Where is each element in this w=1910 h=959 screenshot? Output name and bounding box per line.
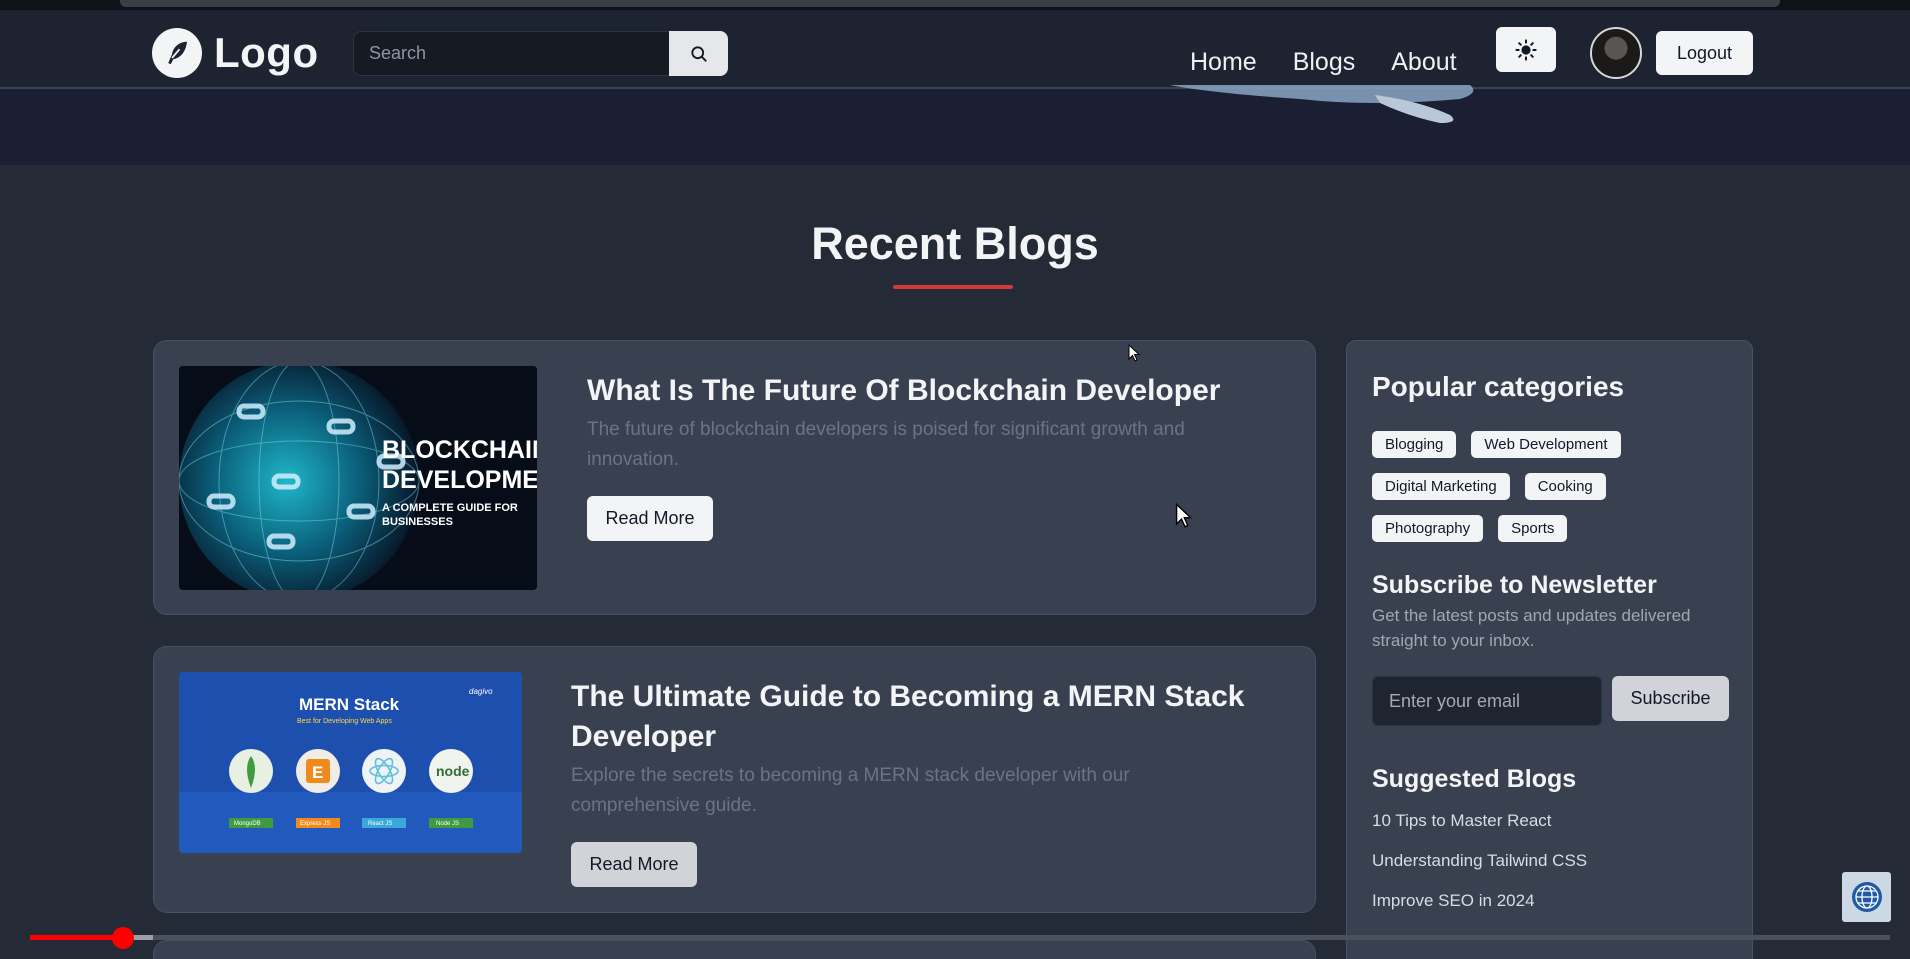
category-chip[interactable]: Photography	[1372, 515, 1484, 542]
thumb-tech-label: Express JS	[300, 821, 330, 827]
thumb-express-logo: E	[312, 763, 323, 782]
thumb-node-logo: node	[436, 763, 470, 779]
suggested-blog-link[interactable]: Improve SEO in 2024	[1372, 891, 1587, 911]
suggested-blog-link[interactable]: 10 Tips to Master React	[1372, 811, 1587, 831]
category-chip[interactable]: Cooking	[1524, 473, 1606, 500]
hero-banner	[0, 85, 1910, 165]
category-chip[interactable]: Blogging	[1372, 431, 1457, 458]
categories-heading: Popular categories	[1372, 371, 1625, 402]
video-progress-fill	[30, 935, 123, 940]
nav-links: Home Blogs About	[1190, 48, 1457, 77]
thumb-blockchain-subtitle2: BUSINESSES	[382, 516, 453, 528]
category-chip[interactable]: Web Development	[1471, 431, 1621, 458]
logo-text: Logo	[214, 29, 319, 76]
newsletter-description: Get the latest posts and updates deliver…	[1372, 606, 1691, 650]
blog-excerpt: Explore the secrets to becoming a MERN s…	[571, 765, 1130, 816]
suggested-heading: Suggested Blogs	[1372, 765, 1577, 793]
thumb-blockchain-subtitle1: A COMPLETE GUIDE FOR	[382, 502, 518, 514]
suggested-list: 10 Tips to Master React Understanding Ta…	[1372, 811, 1587, 931]
hero-illustration	[1170, 85, 1474, 123]
blog-thumbnail-blockchain[interactable]: BLOCKCHAIN DEVELOPMENT A COMPLETE GUIDE …	[179, 366, 537, 590]
nav-about[interactable]: About	[1391, 48, 1456, 77]
navbar: Logo Home Blogs About Logout	[0, 10, 1910, 89]
search-bar	[353, 31, 728, 76]
blog-card	[153, 940, 1316, 959]
newsletter-heading: Subscribe to Newsletter	[1372, 571, 1657, 599]
category-list: Blogging Web Development Digital Marketi…	[1372, 431, 1742, 557]
blog-thumbnail-mern[interactable]: MERN Stack Best for Developing Web Apps …	[179, 672, 522, 853]
theme-toggle-button[interactable]	[1496, 27, 1556, 72]
avatar[interactable]	[1590, 27, 1642, 79]
blog-title-line1: The Ultimate Guide to Becoming a MERN St…	[571, 680, 1245, 713]
thumb-tech-label: MongoDB	[234, 821, 261, 827]
cursor-icon	[1175, 503, 1193, 528]
search-input[interactable]	[353, 31, 669, 76]
read-more-button[interactable]: Read More	[571, 842, 697, 887]
category-chip[interactable]: Digital Marketing	[1372, 473, 1510, 500]
logout-button[interactable]: Logout	[1656, 31, 1753, 75]
nav-home[interactable]: Home	[1190, 48, 1257, 77]
nav-blogs[interactable]: Blogs	[1293, 48, 1356, 77]
thumb-mern-subheading: Best for Developing Web Apps	[297, 718, 392, 725]
category-chip[interactable]: Sports	[1498, 515, 1568, 542]
thumb-mern-heading: MERN Stack	[299, 695, 400, 714]
globe-badge-icon[interactable]	[1842, 872, 1891, 922]
sun-icon	[1515, 38, 1537, 61]
blog-card: BLOCKCHAIN DEVELOPMENT A COMPLETE GUIDE …	[153, 340, 1316, 615]
read-more-button[interactable]: Read More	[587, 496, 713, 541]
logo[interactable]: Logo	[152, 28, 319, 78]
subscribe-button[interactable]: Subscribe	[1612, 676, 1729, 721]
browser-top-strip	[0, 0, 1910, 10]
blog-title-line2: Developer	[571, 720, 717, 753]
search-icon	[690, 45, 707, 62]
blog-title[interactable]: The Ultimate Guide to Becoming a MERN St…	[571, 677, 1291, 757]
thumb-blockchain-line2: DEVELOPMENT	[382, 466, 537, 494]
suggested-blog-link[interactable]: Understanding Tailwind CSS	[1372, 851, 1587, 871]
sidebar: Popular categories Blogging Web Developm…	[1346, 340, 1753, 959]
thumb-tech-label: Node JS	[436, 821, 459, 827]
video-progress-bar[interactable]	[30, 935, 1890, 940]
blog-card: MERN Stack Best for Developing Web Apps …	[153, 646, 1316, 913]
feather-icon	[152, 28, 202, 78]
blog-title[interactable]: What Is The Future Of Blockchain Develop…	[587, 371, 1287, 411]
cursor-icon	[1128, 344, 1141, 362]
title-underline	[893, 285, 1013, 289]
section-title: Recent Blogs	[811, 218, 1099, 269]
blog-excerpt: The future of blockchain developers is p…	[587, 419, 1185, 470]
email-field[interactable]	[1372, 676, 1602, 726]
thumb-mern-brand: dagivo	[469, 687, 493, 696]
thumb-tech-label: React JS	[368, 821, 392, 827]
search-button[interactable]	[669, 31, 728, 76]
thumb-blockchain-line1: BLOCKCHAIN	[382, 436, 537, 464]
video-scrubber-handle[interactable]	[112, 927, 134, 949]
